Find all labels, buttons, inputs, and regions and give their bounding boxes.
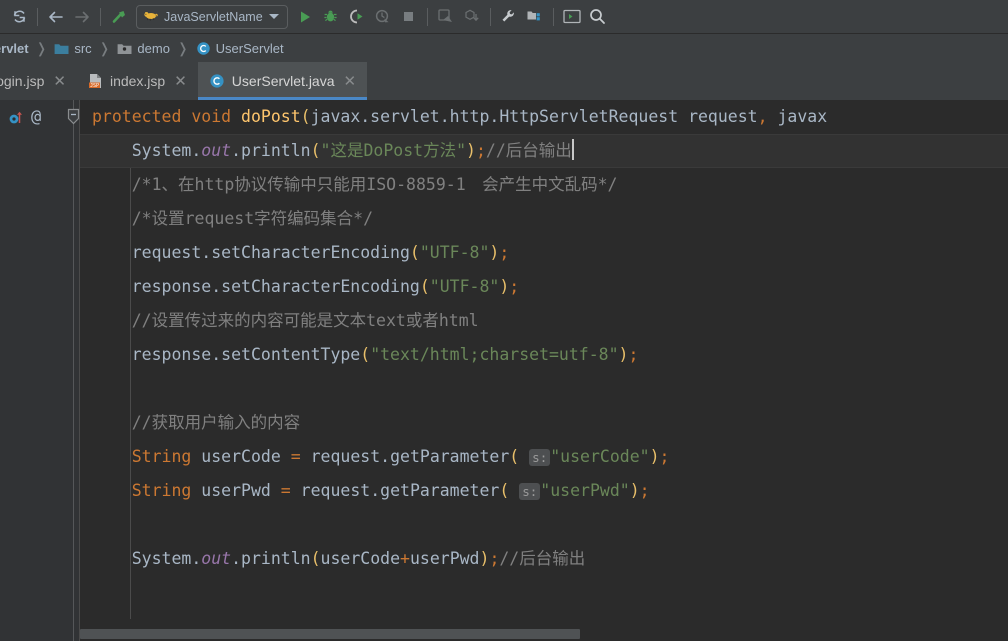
java-class-icon [209,73,225,89]
code-content[interactable]: protected void doPost(javax.servlet.http… [80,100,1008,641]
chevron-down-icon[interactable] [268,14,279,19]
text-caret [571,139,574,160]
inlay-parameter-hint: s: [519,483,541,500]
breadcrumb: aServlet ❭ src ❭ demo ❭ UserServlet [0,34,1008,62]
editor-tab-index-jsp[interactable]: JSP index.jsp ✕ [77,62,198,100]
code-line[interactable]: request.setCharacterEncoding("UTF-8"); [80,236,1008,270]
toolbar-separator [489,7,491,26]
code-line[interactable]: String userCode = request.getParameter( … [80,440,1008,474]
breadcrumb-item-project[interactable]: aServlet [0,41,29,56]
settings-wrench-icon[interactable] [496,4,522,30]
tomcat-cat-icon [143,8,158,26]
breadcrumb-label: aServlet [0,40,29,56]
editor-tab-userservlet-java[interactable]: UserServlet.java ✕ [197,62,368,100]
gutter-markers-row: @ [0,100,68,134]
svg-text:JSP: JSP [90,83,99,89]
editor-gutter[interactable]: @ [0,100,68,641]
terminal-icon[interactable] [559,4,585,30]
breadcrumb-label: src [74,40,92,56]
search-everywhere-icon[interactable] [585,4,611,30]
toolbar-separator [100,7,101,26]
sync-refresh-icon[interactable] [6,4,32,30]
code-line[interactable]: response.setCharacterEncoding("UTF-8"); [80,270,1008,304]
run-configuration-label: JavaServletName [164,9,263,24]
editor-fold-strip[interactable] [66,100,81,641]
update-application-icon [433,4,459,30]
toolbar-separator [552,7,554,26]
override-method-icon[interactable] [8,109,25,126]
code-line[interactable]: //设置传过来的内容可能是文本text或者html [80,304,1008,338]
run-configuration-selector[interactable]: JavaServletName [136,4,288,29]
close-icon[interactable]: ✕ [344,74,357,89]
annotation-at-icon[interactable]: @ [31,108,41,126]
breadcrumb-separator: ❭ [35,39,48,56]
breadcrumb-label: UserServlet [215,40,284,56]
breadcrumb-item-class[interactable]: UserServlet [196,41,284,56]
code-line[interactable]: response.setContentType("text/html;chars… [80,338,1008,372]
code-line[interactable]: String userPwd = request.getParameter( s… [80,474,1008,508]
code-line-empty[interactable] [80,372,1008,406]
java-class-icon [196,41,211,56]
code-line[interactable]: System.out.println(userCode+userPwd);//后… [80,542,1008,576]
tab-label: index.jsp [109,73,166,89]
code-line-empty[interactable] [80,508,1008,542]
source-folder-icon [54,42,69,55]
run-coverage-icon[interactable] [344,4,370,30]
editor-tab-login-jsp[interactable]: login.jsp ✕ [0,62,77,100]
inlay-parameter-hint: s: [529,449,551,466]
breadcrumb-label: demo [137,40,170,56]
run-icon[interactable] [292,4,318,30]
tab-label: login.jsp [0,73,45,89]
back-arrow-icon[interactable] [43,4,69,30]
package-folder-icon [117,42,132,55]
code-line[interactable]: /*设置request字符编码集合*/ [80,202,1008,236]
stop-icon [396,4,422,30]
breadcrumb-item-src[interactable]: src [54,40,92,56]
jsp-file-icon: JSP [88,73,103,89]
collapse-fold-icon[interactable] [66,108,81,125]
deploy-artifact-icon [459,4,485,30]
breadcrumb-separator: ❭ [98,39,111,56]
close-icon[interactable]: ✕ [174,74,187,89]
fold-region-line [73,100,74,641]
code-editor[interactable]: @ protected void doPost(javax.servlet.ht… [0,100,1008,641]
project-structure-icon[interactable] [522,4,548,30]
breadcrumb-item-demo[interactable]: demo [117,41,170,56]
profile-icon [370,4,396,30]
code-line[interactable]: protected void doPost(javax.servlet.http… [80,100,1008,134]
code-line[interactable]: System.out.println("这是DoPost方法");//后台输出 [80,134,1008,168]
toolbar-separator [426,7,428,26]
code-line[interactable]: //获取用户输入的内容 [80,406,1008,440]
breadcrumb-separator: ❭ [176,39,189,56]
forward-arrow-icon [69,4,95,30]
main-toolbar: JavaServletName [0,0,1008,34]
editor-tab-bar: login.jsp ✕ JSP index.jsp ✕ UserServlet.… [0,62,1008,100]
build-hammer-icon[interactable] [106,4,132,30]
editor-horizontal-scrollbar-thumb[interactable] [80,629,580,639]
code-line[interactable]: /*1、在http协议传输中只能用ISO-8859-1 会产生中文乱码*/ [80,168,1008,202]
tab-label: UserServlet.java [231,73,335,89]
toolbar-separator [37,7,38,26]
close-icon[interactable]: ✕ [53,74,66,89]
debug-icon[interactable] [318,4,344,30]
